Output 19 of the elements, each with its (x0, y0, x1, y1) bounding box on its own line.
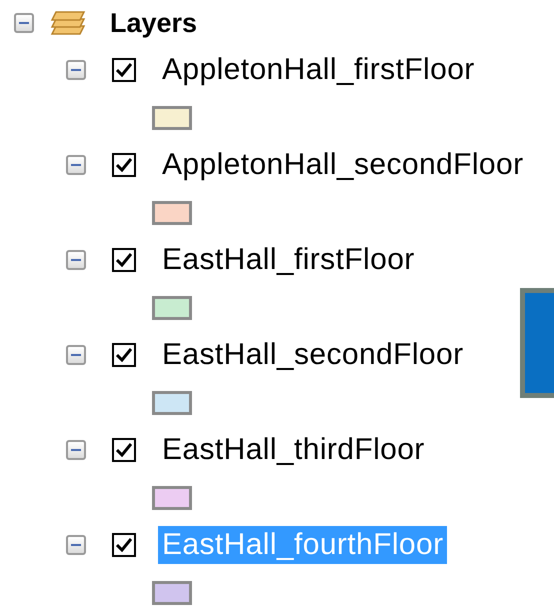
collapse-icon[interactable] (66, 345, 86, 365)
collapse-icon[interactable] (66, 440, 86, 460)
collapse-icon[interactable] (66, 60, 86, 80)
layer-checkbox[interactable] (112, 533, 136, 557)
collapse-icon[interactable] (66, 535, 86, 555)
layer-name[interactable]: EastHall_secondFloor (158, 336, 468, 374)
layer-checkbox[interactable] (112, 343, 136, 367)
layer-name[interactable]: AppletonHall_firstFloor (158, 51, 479, 89)
layer-name[interactable]: AppletonHall_secondFloor (158, 146, 528, 184)
layer-name[interactable]: EastHall_firstFloor (158, 241, 419, 279)
layer-checkbox[interactable] (112, 153, 136, 177)
collapse-icon[interactable] (66, 250, 86, 270)
layer-name[interactable]: EastHall_thirdFloor (158, 431, 429, 469)
collapse-icon[interactable] (14, 13, 34, 33)
layers-label: Layers (110, 8, 198, 38)
collapse-icon[interactable] (66, 155, 86, 175)
layer-checkbox[interactable] (112, 438, 136, 462)
layer-checkbox[interactable] (112, 248, 136, 272)
layer-checkbox[interactable] (112, 58, 136, 82)
